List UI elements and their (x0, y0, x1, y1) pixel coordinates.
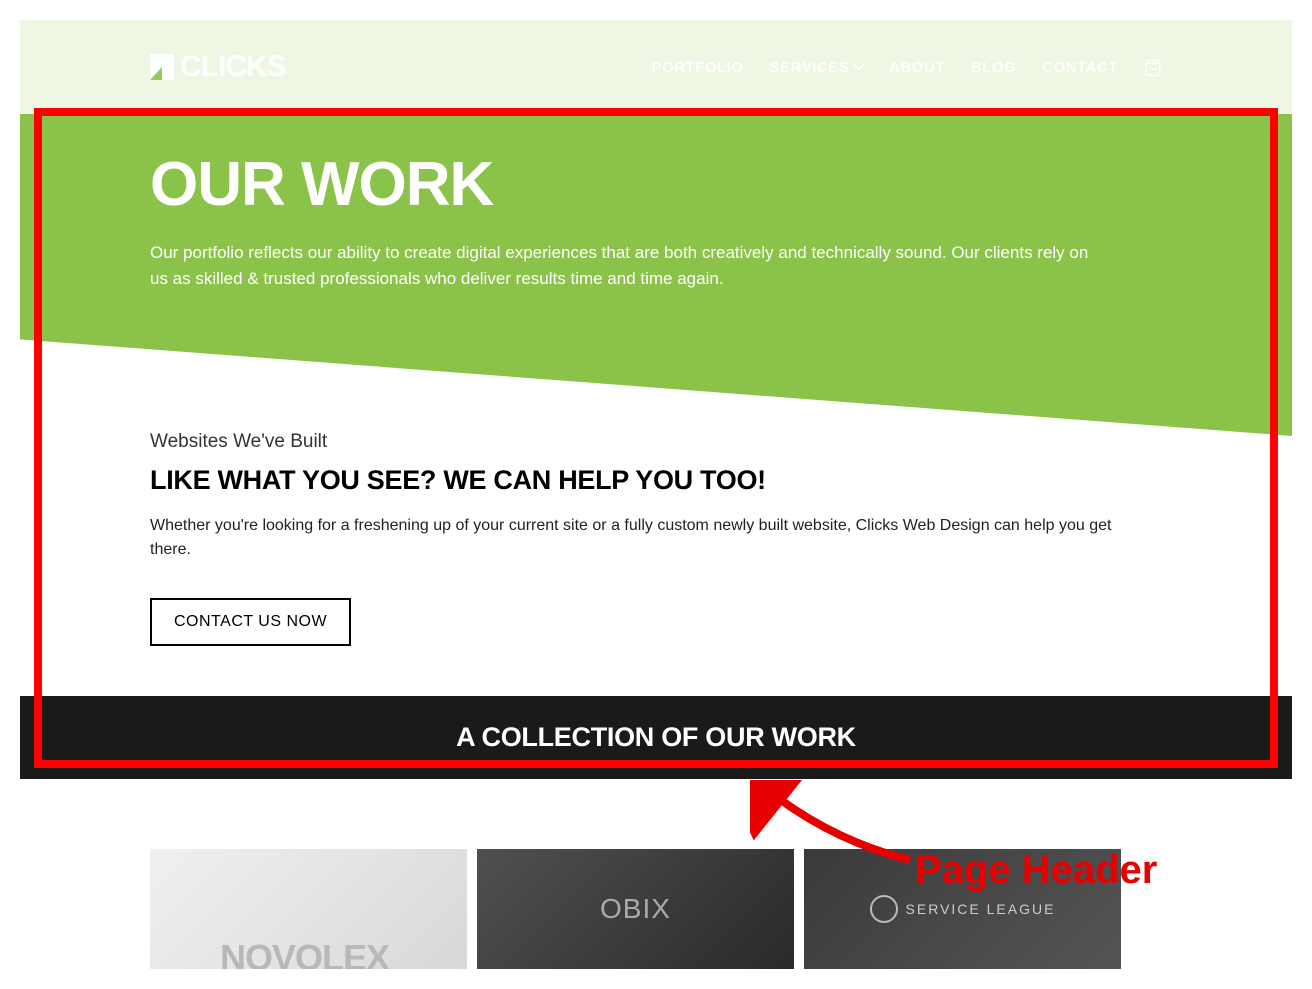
contact-us-button[interactable]: CONTACT US NOW (150, 598, 351, 646)
intro-section: Websites We've Built LIKE WHAT YOU SEE? … (20, 381, 1292, 696)
nav-item-label: CONTACT (1042, 59, 1118, 76)
cart-icon (1144, 59, 1162, 75)
portfolio-item[interactable]: NOVOLEX (150, 849, 467, 969)
intro-body: Whether you're looking for a freshening … (150, 514, 1120, 562)
nav-item-label: PORTFOLIO (652, 59, 744, 76)
portfolio-item[interactable]: OBIX (477, 849, 794, 969)
collection-heading: A COLLECTION OF OUR WORK (20, 696, 1292, 779)
nav-item-label: SERVICES (770, 59, 850, 76)
nav-item-label: BLOG (971, 59, 1016, 76)
site-header: CLICKS PORTFOLIO SERVICES ABOUT BLOG CON… (20, 20, 1292, 114)
nav-contact[interactable]: CONTACT (1042, 59, 1118, 76)
annotation-label: Page Header (915, 848, 1157, 893)
nav-portfolio[interactable]: PORTFOLIO (652, 59, 744, 76)
hero-title: OUR WORK (150, 149, 1162, 220)
logo-text: CLICKS (180, 50, 286, 84)
cart-button[interactable] (1144, 59, 1162, 75)
nav-services[interactable]: SERVICES (770, 59, 864, 76)
logo-icon (150, 54, 174, 80)
logo[interactable]: CLICKS (150, 50, 286, 84)
intro-heading: LIKE WHAT YOU SEE? WE CAN HELP YOU TOO! (150, 465, 1162, 496)
intro-subtitle: Websites We've Built (150, 431, 1162, 453)
nav-blog[interactable]: BLOG (971, 59, 1016, 76)
portfolio-badge-icon (870, 895, 898, 923)
portfolio-item-label: SERVICE LEAGUE (906, 901, 1056, 917)
chevron-down-icon (853, 59, 864, 70)
nav-about[interactable]: ABOUT (889, 59, 945, 76)
nav-item-label: ABOUT (889, 59, 945, 76)
portfolio-item-label: NOVOLEX (220, 937, 389, 969)
portfolio-item-label: OBIX (600, 893, 671, 925)
main-nav: PORTFOLIO SERVICES ABOUT BLOG CONTACT (652, 59, 1162, 76)
hero-body: Our portfolio reflects our ability to cr… (150, 240, 1110, 291)
annotation-arrow-icon (750, 780, 930, 875)
